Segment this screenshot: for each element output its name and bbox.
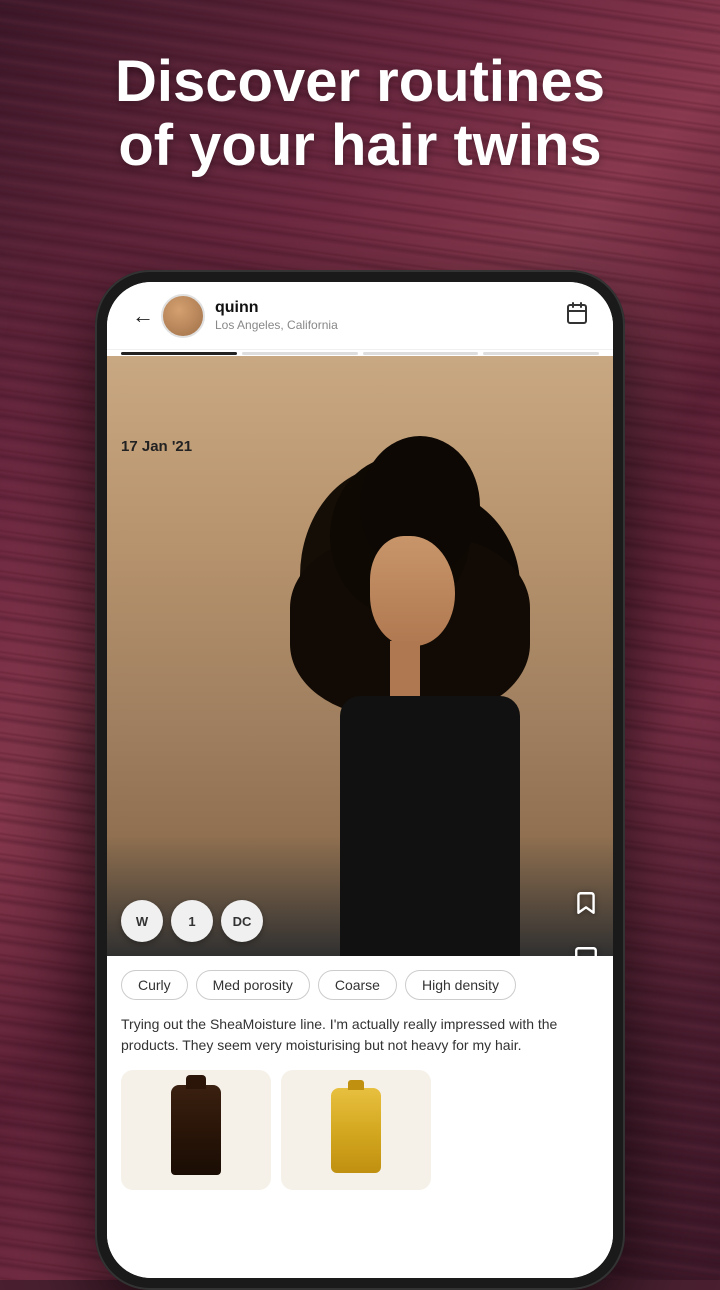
post-description: Trying out the SheaMoisture line. I'm ac… bbox=[121, 1014, 599, 1056]
calendar-button[interactable] bbox=[559, 298, 595, 334]
tag-high-density[interactable]: High density bbox=[405, 970, 516, 1000]
user-info: quinn Los Angeles, California bbox=[215, 299, 559, 332]
avatar bbox=[161, 294, 205, 338]
photo-badges: W 1 DC bbox=[121, 900, 263, 942]
user-name: quinn bbox=[215, 299, 559, 317]
side-actions: 2 12 bbox=[573, 430, 599, 956]
product-row bbox=[121, 1070, 599, 1190]
photo-area: 17 Jan '21 bbox=[107, 356, 613, 956]
comment-button[interactable]: 2 bbox=[573, 945, 599, 956]
badge-1: 1 bbox=[171, 900, 213, 942]
hero-title: Discover routines of your hair twins bbox=[0, 50, 720, 178]
bookmark-icon bbox=[573, 890, 599, 923]
back-button[interactable]: ← bbox=[125, 298, 161, 334]
product-bottle-yellow bbox=[331, 1088, 381, 1173]
badge-dc: DC bbox=[221, 900, 263, 942]
bookmark-button[interactable] bbox=[573, 890, 599, 923]
hair-tags: Curly Med porosity Coarse High density bbox=[121, 970, 599, 1000]
story-bar-3 bbox=[363, 352, 479, 355]
product-2[interactable] bbox=[281, 1070, 431, 1190]
date-label: 17 Jan '21 bbox=[121, 434, 192, 459]
product-bottle-dark bbox=[171, 1085, 221, 1175]
product-1[interactable] bbox=[121, 1070, 271, 1190]
back-arrow-icon: ← bbox=[132, 303, 154, 329]
app-header: ← quinn Los Angeles, California bbox=[107, 282, 613, 350]
photo-content bbox=[107, 376, 613, 956]
user-location: Los Angeles, California bbox=[215, 318, 559, 332]
story-progress bbox=[107, 350, 613, 356]
tag-med-porosity[interactable]: Med porosity bbox=[196, 970, 310, 1000]
phone-frame: ← quinn Los Angeles, California bbox=[95, 270, 625, 1290]
story-bar-4 bbox=[483, 352, 599, 355]
body-shape bbox=[340, 696, 520, 956]
content-area: Curly Med porosity Coarse High density T… bbox=[107, 956, 613, 1278]
story-bar-2 bbox=[242, 352, 358, 355]
badge-w: W bbox=[121, 900, 163, 942]
calendar-icon bbox=[565, 301, 589, 331]
story-bar-1 bbox=[121, 352, 237, 355]
face-shape bbox=[370, 536, 455, 646]
hero-section: Discover routines of your hair twins bbox=[0, 50, 720, 178]
phone-screen: ← quinn Los Angeles, California bbox=[107, 282, 613, 1278]
tag-coarse[interactable]: Coarse bbox=[318, 970, 397, 1000]
comment-icon bbox=[573, 945, 599, 956]
tag-curly[interactable]: Curly bbox=[121, 970, 188, 1000]
